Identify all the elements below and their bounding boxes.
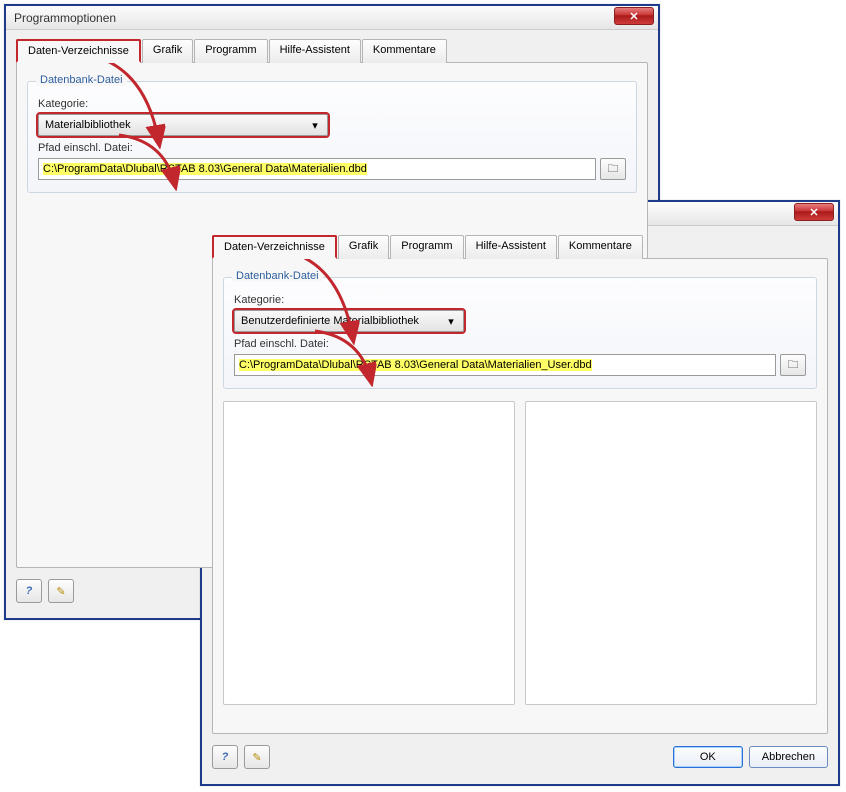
help-icon: ? <box>222 751 229 763</box>
chevron-down-icon: ▾ <box>307 119 323 132</box>
kategorie-combo-value: Benutzerdefinierte Materialbibliothek <box>241 315 443 327</box>
tab-hilfe-assistent[interactable]: Hilfe-Assistent <box>465 235 557 259</box>
help-button[interactable]: ? <box>212 745 238 769</box>
close-button[interactable]: ✕ <box>614 7 654 25</box>
browse-button[interactable]: 🗀 <box>600 158 626 180</box>
browse-button[interactable]: 🗀 <box>780 354 806 376</box>
tab-kommentare[interactable]: Kommentare <box>362 39 447 63</box>
panels-row <box>223 401 817 705</box>
group-legend: Datenbank-Datei <box>36 74 127 86</box>
kategorie-label: Kategorie: <box>38 98 626 110</box>
edit-button[interactable]: ✎ <box>48 579 74 603</box>
pfad-label: Pfad einschl. Datei: <box>38 142 626 154</box>
edit-icon: ✎ <box>252 751 261 764</box>
tab-kommentare[interactable]: Kommentare <box>558 235 643 259</box>
left-panel <box>223 401 515 705</box>
group-legend: Datenbank-Datei <box>232 270 323 282</box>
kategorie-label: Kategorie: <box>234 294 806 306</box>
pfad-input[interactable]: C:\ProgramData\Dlubal\RSTAB 8.03\General… <box>234 354 776 376</box>
folder-icon: 🗀 <box>608 160 619 179</box>
help-icon: ? <box>26 585 33 597</box>
kategorie-combo-value: Materialbibliothek <box>45 119 307 131</box>
tab-hilfe-assistent[interactable]: Hilfe-Assistent <box>269 39 361 63</box>
tab-programm[interactable]: Programm <box>194 39 267 63</box>
tab-grafik[interactable]: Grafik <box>338 235 389 259</box>
pfad-value: C:\ProgramData\Dlubal\RSTAB 8.03\General… <box>239 359 592 371</box>
cancel-button[interactable]: Abbrechen <box>749 746 828 768</box>
close-button[interactable]: ✕ <box>794 203 834 221</box>
close-icon: ✕ <box>809 206 818 219</box>
edit-button[interactable]: ✎ <box>244 745 270 769</box>
tab-bar: Daten-Verzeichnisse Grafik Programm Hilf… <box>212 234 828 258</box>
tab-bar: Daten-Verzeichnisse Grafik Programm Hilf… <box>16 38 648 62</box>
chevron-down-icon: ▾ <box>443 315 459 328</box>
kategorie-combo[interactable]: Materialbibliothek ▾ <box>38 114 328 136</box>
edit-icon: ✎ <box>56 585 65 598</box>
tab-programm[interactable]: Programm <box>390 235 463 259</box>
tab-daten-verzeichnisse[interactable]: Daten-Verzeichnisse <box>16 39 141 63</box>
pfad-label: Pfad einschl. Datei: <box>234 338 806 350</box>
tab-body: Datenbank-Datei Kategorie: Benutzerdefin… <box>212 258 828 734</box>
right-panel <box>525 401 817 705</box>
titlebar: Programmoptionen ✕ <box>6 6 658 30</box>
pfad-input[interactable]: C:\ProgramData\Dlubal\RSTAB 8.03\General… <box>38 158 596 180</box>
close-icon: ✕ <box>629 10 638 23</box>
folder-icon: 🗀 <box>788 356 799 375</box>
group-datenbank-datei: Datenbank-Datei Kategorie: Benutzerdefin… <box>223 277 817 389</box>
pfad-value: C:\ProgramData\Dlubal\RSTAB 8.03\General… <box>43 163 367 175</box>
ok-button[interactable]: OK <box>673 746 743 768</box>
dialog-content: Daten-Verzeichnisse Grafik Programm Hilf… <box>202 226 838 784</box>
help-button[interactable]: ? <box>16 579 42 603</box>
kategorie-combo[interactable]: Benutzerdefinierte Materialbibliothek ▾ <box>234 310 464 332</box>
window-title: Programmoptionen <box>14 11 116 25</box>
group-datenbank-datei: Datenbank-Datei Kategorie: Materialbibli… <box>27 81 637 193</box>
dialog-footer: ? ✎ OK Abbrechen <box>212 742 828 772</box>
dialog-front: Programmoptionen ✕ Daten-Verzeichnisse G… <box>200 200 840 786</box>
tab-daten-verzeichnisse[interactable]: Daten-Verzeichnisse <box>212 235 337 259</box>
tab-grafik[interactable]: Grafik <box>142 39 193 63</box>
